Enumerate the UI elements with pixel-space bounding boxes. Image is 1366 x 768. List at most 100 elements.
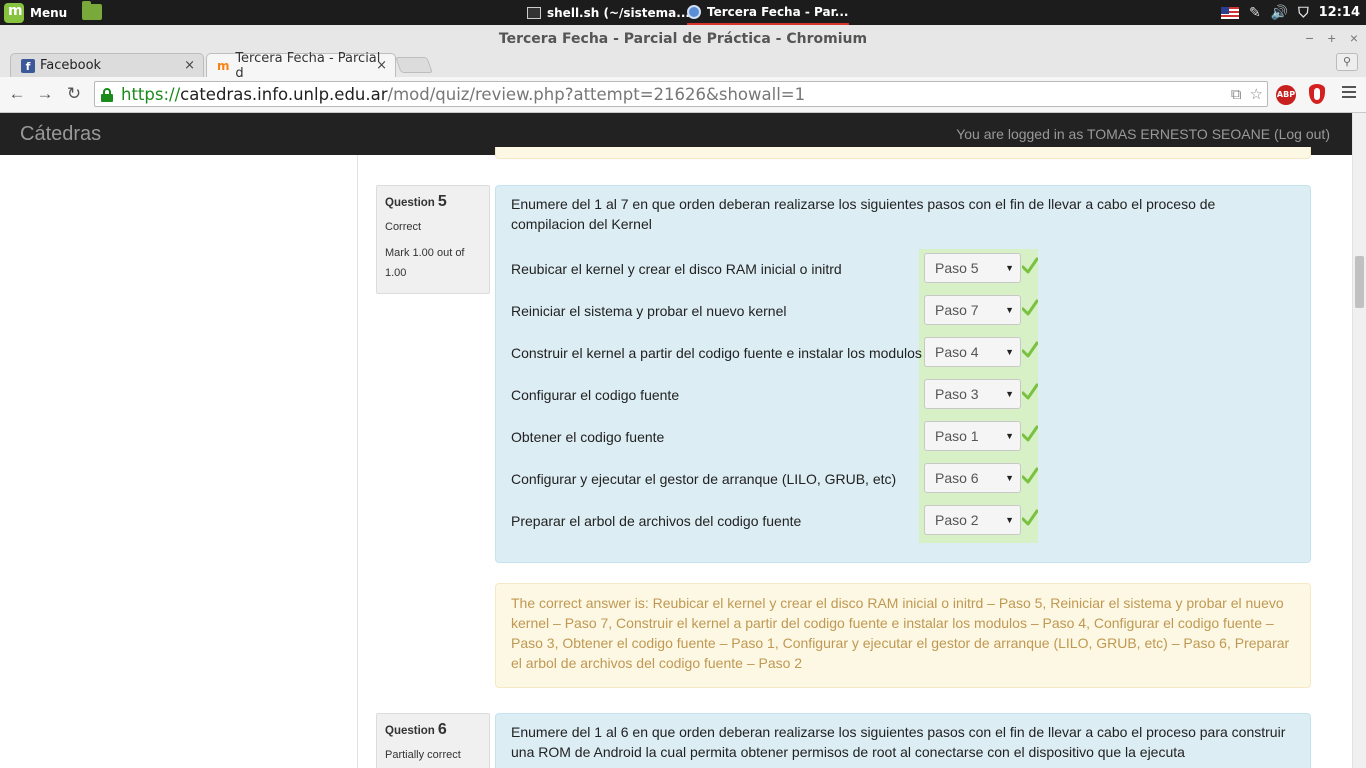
step-select[interactable]: Paso 7 ▼ [924,295,1021,325]
window-controls: − + × [1305,25,1358,51]
step-select[interactable]: Paso 6 ▼ [924,463,1021,493]
correct-check-icon [1021,467,1039,487]
site-brand[interactable]: Cátedras [20,113,101,155]
bookmark-star-icon[interactable]: ☆ [1250,82,1263,106]
files-folder-icon[interactable] [82,1,102,20]
answer-row: Configurar el codigo fuente Paso 3 ▼ [511,375,1271,417]
dropdown-arrow-icon: ▼ [1005,473,1014,483]
network-icon[interactable]: ✎ [1249,5,1261,21]
dropdown-arrow-icon: ▼ [1005,305,1014,315]
answer-label: Configurar y ejecutar el gestor de arran… [511,471,897,487]
back-button[interactable]: ← [6,83,28,105]
window-title: Tercera Fecha - Parcial de Práctica - Ch… [0,25,1366,51]
facebook-favicon-icon: f [21,58,35,73]
step-select[interactable]: Paso 5 ▼ [924,253,1021,283]
selected-value: Paso 7 [935,302,979,318]
step-select[interactable]: Paso 4 ▼ [924,337,1021,367]
question-heading: Question 6 [385,721,447,738]
clock[interactable]: 12:14 [1319,5,1360,20]
tab-close-icon[interactable]: × [376,58,387,73]
extension-shield-icon[interactable] [1309,84,1325,104]
question-state: Correct [385,221,422,233]
translate-icon[interactable]: ⧉ [1231,82,1242,106]
correct-check-icon [1021,383,1039,403]
correct-answer-feedback: The correct answer is: Reubicar el kerne… [495,583,1311,688]
question-5-info: Question 5 Correct Mark 1.00 out of 1.00 [376,185,490,294]
forward-button[interactable]: → [34,83,56,105]
question-text: Enumere del 1 al 7 en que orden deberan … [511,196,1216,232]
address-bar[interactable]: https://catedras.info.unlp.edu.ar/mod/qu… [94,81,1268,107]
tab-close-icon[interactable]: × [184,58,195,73]
url-host: catedras.info.unlp.edu.ar [180,85,388,104]
question-text: Enumere del 1 al 6 en que orden deberan … [511,724,1286,760]
tab-strip: f Facebook × m Tercera Fecha - Parcial d… [0,51,1366,81]
omnibox-actions: ⧉ ☆ [1231,82,1263,106]
step-select[interactable]: Paso 1 ▼ [924,421,1021,451]
browser-toolbar: ← → ↻ https://catedras.info.unlp.edu.ar/… [0,77,1366,113]
keyboard-layout-flag-icon[interactable] [1220,6,1239,19]
answer-label: Preparar el arbol de archivos del codigo… [511,513,802,529]
answer-row: Configurar y ejecutar el gestor de arran… [511,459,1271,501]
minimize-button[interactable]: − [1305,30,1313,46]
selected-value: Paso 3 [935,386,979,402]
question-number: 5 [437,193,447,210]
correct-check-icon [1021,299,1039,319]
correct-check-icon [1021,425,1039,445]
profile-icon[interactable]: ⚲ [1336,53,1358,71]
answer-label: Configurar el codigo fuente [511,387,680,403]
mint-logo-icon [4,2,24,23]
scrollbar-thumb[interactable] [1355,256,1364,308]
answer-row: Reiniciar el sistema y probar el nuevo k… [511,291,1271,333]
start-menu-button[interactable]: Menu [4,2,67,23]
answer-row: Reubicar el kernel y crear el disco RAM … [511,249,1271,291]
step-select[interactable]: Paso 3 ▼ [924,379,1021,409]
taskbar-item-chromium[interactable]: Tercera Fecha - Par... [687,0,849,25]
update-shield-icon[interactable]: ⛉ [1298,5,1309,21]
correct-check-icon [1021,257,1039,277]
selected-value: Paso 2 [935,512,979,528]
selected-value: Paso 4 [935,344,979,360]
reload-button[interactable]: ↻ [63,83,85,105]
dropdown-arrow-icon: ▼ [1005,389,1014,399]
dropdown-arrow-icon: ▼ [1005,263,1014,273]
answer-label: Reubicar el kernel y crear el disco RAM … [511,261,842,277]
question-heading: Question 5 [385,193,447,210]
tab-quiz[interactable]: m Tercera Fecha - Parcial d × [206,51,396,81]
step-select[interactable]: Paso 2 ▼ [924,505,1021,535]
page-scrollbar[interactable] [1352,113,1366,768]
question-state: Partially correct [385,749,461,761]
question-5-content: Enumere del 1 al 7 en que orden deberan … [495,185,1311,563]
close-window-button[interactable]: × [1350,30,1358,46]
dropdown-arrow-icon: ▼ [1005,431,1014,441]
selected-value: Paso 1 [935,428,979,444]
moodle-favicon-icon: m [217,58,230,73]
previous-question-feedback [495,147,1311,159]
dropdown-arrow-icon: ▼ [1005,515,1014,525]
taskbar-item-label: Tercera Fecha - Par... [707,4,849,19]
chrome-menu-icon[interactable] [1342,86,1356,100]
taskbar-item-terminal[interactable]: shell.sh (~/sistema... [527,0,690,25]
page-viewport: Cátedras You are logged in as TOMAS ERNE… [0,113,1366,768]
lock-icon[interactable] [101,88,113,102]
selected-value: Paso 6 [935,470,979,486]
correct-check-icon [1021,509,1039,529]
answer-label: Construir el kernel a partir del codigo … [511,345,922,361]
dropdown-arrow-icon: ▼ [1005,347,1014,357]
volume-icon[interactable]: 🔊 [1271,5,1288,21]
correct-check-icon [1021,341,1039,361]
tab-facebook[interactable]: f Facebook × [10,53,204,77]
url-path: /mod/quiz/review.php?attempt=21626&showa… [387,85,806,104]
terminal-icon [527,6,541,19]
question-6-info: Question 6 Partially correct [376,713,490,768]
url-scheme: https:// [121,85,181,104]
tab-label: Tercera Fecha - Parcial d [235,50,381,81]
system-tray: ✎ 🔊 ⛉ 12:14 [1220,0,1366,25]
new-tab-button[interactable] [395,57,433,73]
chromium-icon [687,4,701,19]
maximize-button[interactable]: + [1328,30,1336,46]
start-menu-label: Menu [30,5,68,20]
os-taskbar: Menu shell.sh (~/sistema... Tercera Fech… [0,0,1366,25]
adblock-plus-icon[interactable]: ABP [1276,85,1296,105]
question-mark: Mark 1.00 out of 1.00 [385,247,465,279]
question-6-content: Enumere del 1 al 6 en que orden deberan … [495,713,1311,768]
